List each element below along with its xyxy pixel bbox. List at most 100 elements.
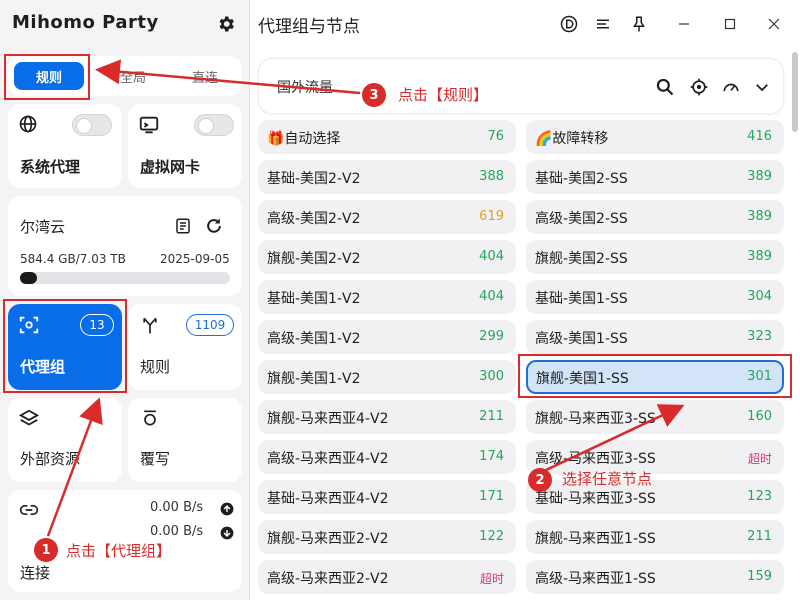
proxy-node-name: 基础-美国2-V2	[267, 171, 361, 187]
tun-label: 虚拟网卡	[140, 158, 201, 176]
proxy-node-card[interactable]: 旗舰-美国1-V2 300	[258, 360, 516, 394]
proxy-node-delay: 404	[479, 249, 504, 264]
proxy-node-delay: 299	[479, 329, 504, 344]
proxy-node-delay: 123	[747, 489, 772, 504]
proxy-node-card[interactable]: 高级-马来西亚4-V2 174	[258, 440, 516, 474]
proxy-node-card[interactable]: 旗舰-马来西亚4-V2 211	[258, 400, 516, 434]
proxy-node-card[interactable]: 旗舰-马来西亚3-SS 160	[526, 400, 784, 434]
link-icon	[19, 505, 39, 515]
proxy-node-card[interactable]: 高级-美国2-V2 619	[258, 200, 516, 234]
proxy-node-card[interactable]: 高级-美国2-SS 389	[526, 200, 784, 234]
proxy-node-card[interactable]: 高级-美国1-V2 299	[258, 320, 516, 354]
close-button[interactable]	[764, 14, 784, 34]
mode-tab-global[interactable]: 全局	[100, 62, 166, 90]
nav-rules[interactable]: 1109 规则	[128, 304, 242, 390]
nav-override[interactable]: 覆写	[128, 398, 242, 482]
proxy-node-delay: 619	[479, 209, 504, 224]
minimize-button[interactable]	[674, 14, 694, 34]
profile-usage-bar	[20, 272, 230, 284]
proxy-node-delay: 超时	[747, 452, 772, 466]
globe-icon	[19, 115, 37, 133]
app-logo: Mihomo Party	[12, 12, 159, 33]
proxy-node-card[interactable]: 🎁自动选择 76	[258, 120, 516, 154]
resources-label: 外部资源	[20, 450, 81, 468]
tun-toggle[interactable]	[194, 114, 234, 136]
proxy-node-name: 基础-美国1-SS	[535, 291, 628, 307]
profile-name: 尔湾云	[20, 218, 66, 236]
profile-expire: 2025-09-05	[160, 252, 230, 266]
tun-card[interactable]: 虚拟网卡	[128, 104, 242, 188]
network-card-icon	[139, 116, 159, 134]
proxy-node-delay: 404	[479, 289, 504, 304]
proxy-node-delay: 122	[479, 529, 504, 544]
proxy-node-card[interactable]: 基础-美国1-V2 404	[258, 280, 516, 314]
proxy-node-delay: 304	[747, 289, 772, 304]
download-speed: 0.00 B/s	[150, 524, 204, 539]
mode-tab-direct[interactable]: 直连	[172, 62, 238, 90]
system-proxy-card[interactable]: 系统代理	[8, 104, 122, 188]
proxy-node-delay: 160	[747, 409, 772, 424]
system-proxy-toggle[interactable]	[72, 114, 112, 136]
document-icon[interactable]	[174, 216, 192, 236]
proxy-node-name: 高级-美国1-V2	[267, 331, 361, 347]
proxy-node-name: 旗舰-马来西亚1-SS	[535, 531, 656, 547]
proxy-node-card[interactable]: 旗舰-马来西亚2-V2 122	[258, 520, 516, 554]
minimize-icon	[679, 23, 689, 25]
settings-gear-icon[interactable]	[216, 14, 236, 34]
proxy-node-delay: 389	[747, 209, 772, 224]
proxy-node-name: 高级-马来西亚2-V2	[267, 571, 389, 587]
proxy-node-card[interactable]: 🌈故障转移 416	[526, 120, 784, 154]
proxy-node-name: 基础-美国2-SS	[535, 171, 628, 187]
nav-resources[interactable]: 外部资源	[8, 398, 122, 482]
proxy-node-delay: 389	[747, 169, 772, 184]
proxy-node-delay: 389	[747, 249, 772, 264]
proxy-node-name: 高级-美国2-V2	[267, 211, 361, 227]
annotation-box-rule-tab	[4, 54, 90, 100]
close-icon	[768, 18, 780, 30]
proxy-node-name: 高级-马来西亚3-SS	[535, 451, 656, 467]
proxy-node-delay: 76	[487, 129, 504, 144]
proxy-node-card[interactable]: 高级-美国1-SS 323	[526, 320, 784, 354]
speedtest-icon[interactable]	[721, 77, 741, 97]
annotation-step2-number: 2	[528, 468, 552, 492]
proxy-node-card[interactable]: 旗舰-马来西亚1-SS 211	[526, 520, 784, 554]
annotation-box-selected-node	[518, 354, 792, 398]
upload-arrow-icon	[220, 502, 234, 516]
proxy-node-card[interactable]: 基础-美国1-SS 304	[526, 280, 784, 314]
proxy-node-delay: 416	[747, 129, 772, 144]
pin-icon[interactable]	[630, 14, 648, 34]
proxy-node-delay: 超时	[479, 572, 504, 586]
proxy-node-name: 旗舰-马来西亚3-SS	[535, 411, 656, 427]
maximize-button[interactable]	[720, 14, 740, 34]
locate-icon[interactable]	[689, 77, 709, 97]
rules-icon	[143, 317, 157, 334]
refresh-icon[interactable]	[204, 216, 224, 236]
rules-label: 规则	[140, 358, 171, 376]
proxy-node-delay: 171	[479, 489, 504, 504]
proxy-node-name: 高级-马来西亚4-V2	[267, 451, 389, 467]
proxy-node-card[interactable]: 旗舰-美国2-SS 389	[526, 240, 784, 274]
proxy-node-delay: 211	[747, 529, 772, 544]
search-icon[interactable]	[655, 77, 675, 97]
annotation-step2-text: 选择任意节点	[562, 470, 653, 488]
proxy-node-card[interactable]: 高级-马来西亚2-V2 超时	[258, 560, 516, 594]
proxy-node-card[interactable]: 基础-马来西亚4-V2 171	[258, 480, 516, 514]
proxy-node-card[interactable]: 旗舰-美国2-V2 404	[258, 240, 516, 274]
page-title: 代理组与节点	[258, 17, 360, 37]
proxy-node-card[interactable]: 基础-美国2-V2 388	[258, 160, 516, 194]
proxy-node-card[interactable]: 高级-马来西亚1-SS 159	[526, 560, 784, 594]
mihomo-core-icon[interactable]	[560, 15, 578, 33]
proxy-node-delay: 300	[479, 369, 504, 384]
proxy-node-card[interactable]: 基础-美国2-SS 389	[526, 160, 784, 194]
annotation-step3-text: 点击【规则】	[398, 86, 489, 104]
rules-count: 1109	[186, 314, 234, 336]
menu-lines-icon[interactable]	[594, 15, 612, 33]
proxy-node-name: 旗舰-马来西亚4-V2	[267, 411, 389, 427]
override-label: 覆写	[140, 450, 171, 468]
proxy-node-delay: 211	[479, 409, 504, 424]
annotation-box-proxy-groups	[3, 299, 127, 393]
maximize-icon	[724, 18, 736, 30]
proxy-group-header[interactable]: 国外流量	[258, 58, 784, 114]
scrollbar-thumb[interactable]	[792, 52, 798, 132]
chevron-down-icon[interactable]	[753, 78, 771, 96]
